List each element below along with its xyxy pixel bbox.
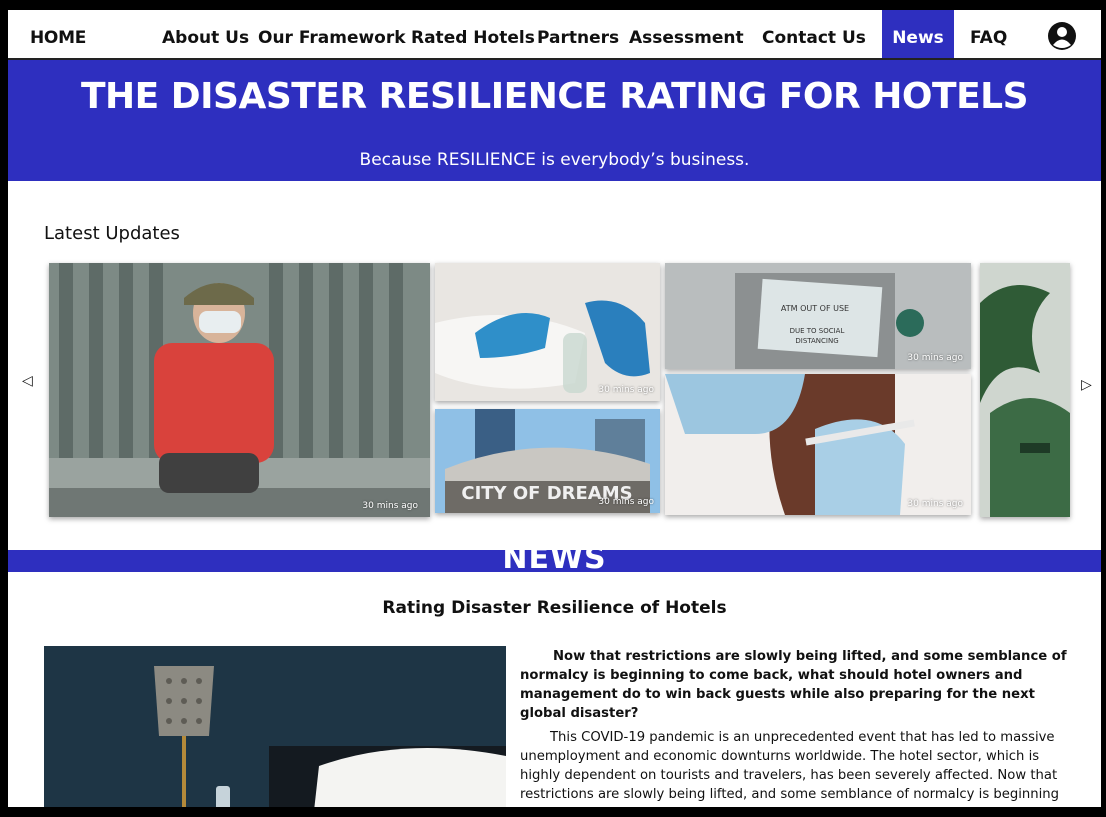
triangle-right-icon[interactable]: ▷ [1081,376,1092,393]
svg-text:DISTANCING: DISTANCING [795,337,838,345]
nav-faq[interactable]: FAQ [970,10,1007,58]
card-timestamp: 30 mins ago [907,499,963,509]
nav-rated-hotels[interactable]: Rated Hotels [411,10,535,58]
article-lead-paragraph: Now that restrictions are slowly being l… [520,649,1067,721]
disinfecting-photo [435,263,660,401]
article-body-paragraph: This COVID-19 pandemic is an unprecedent… [520,730,1060,807]
nav-home-link[interactable]: HOME [30,10,86,58]
nav-partners[interactable]: Partners [537,10,619,58]
article-hero-image [44,646,506,807]
nav-contact-us[interactable]: Contact Us [762,10,866,58]
nav-our-framework[interactable]: Our Framework [258,10,406,58]
bedroom-lamp-photo [44,646,506,807]
triangle-left-icon[interactable]: ◁ [22,372,33,389]
nav-about-us[interactable]: About Us [162,10,249,58]
nav-news-active[interactable]: News [882,10,954,58]
card-timestamp: 30 mins ago [598,385,654,395]
news-band-label: NEWS [502,550,607,572]
news-section-band: NEWS [8,550,1101,572]
plants-photo [980,263,1070,517]
update-card-atm[interactable]: ATM OUT OF USE DUE TO SOCIAL DISTANCING … [665,263,971,369]
update-card-masked-man[interactable]: 30 mins ago [49,263,430,517]
hero-title: THE DISASTER RESILIENCE RATING FOR HOTEL… [80,76,1029,117]
card-timestamp: 30 mins ago [598,497,654,507]
card-timestamp: 30 mins ago [907,353,963,363]
update-card-city-of-dreams[interactable]: CITY OF DREAMS 30 mins ago [435,409,660,513]
latest-updates-heading: Latest Updates [44,223,180,244]
hero-subtitle: Because RESILIENCE is everybody’s busine… [359,150,750,170]
hero-banner: THE DISASTER RESILIENCE RATING FOR HOTEL… [8,60,1101,181]
update-card-vaccine[interactable]: 30 mins ago [665,374,971,515]
page: HOME About Us Our Framework Rated Hotels… [8,10,1101,807]
svg-text:DUE TO SOCIAL: DUE TO SOCIAL [790,327,845,335]
update-card-disinfecting[interactable]: 30 mins ago [435,263,660,401]
svg-text:ATM OUT OF USE: ATM OUT OF USE [781,304,849,313]
nav-assessment[interactable]: Assessment [629,10,744,58]
article-title: Rating Disaster Resilience of Hotels [382,598,727,618]
vaccine-photo [665,374,971,515]
masked-man-photo [49,263,430,517]
user-circle-icon[interactable] [1047,21,1077,51]
card-timestamp: 30 mins ago [362,501,418,511]
top-navigation: HOME About Us Our Framework Rated Hotels… [8,10,1101,60]
update-card-partial[interactable] [980,263,1070,517]
